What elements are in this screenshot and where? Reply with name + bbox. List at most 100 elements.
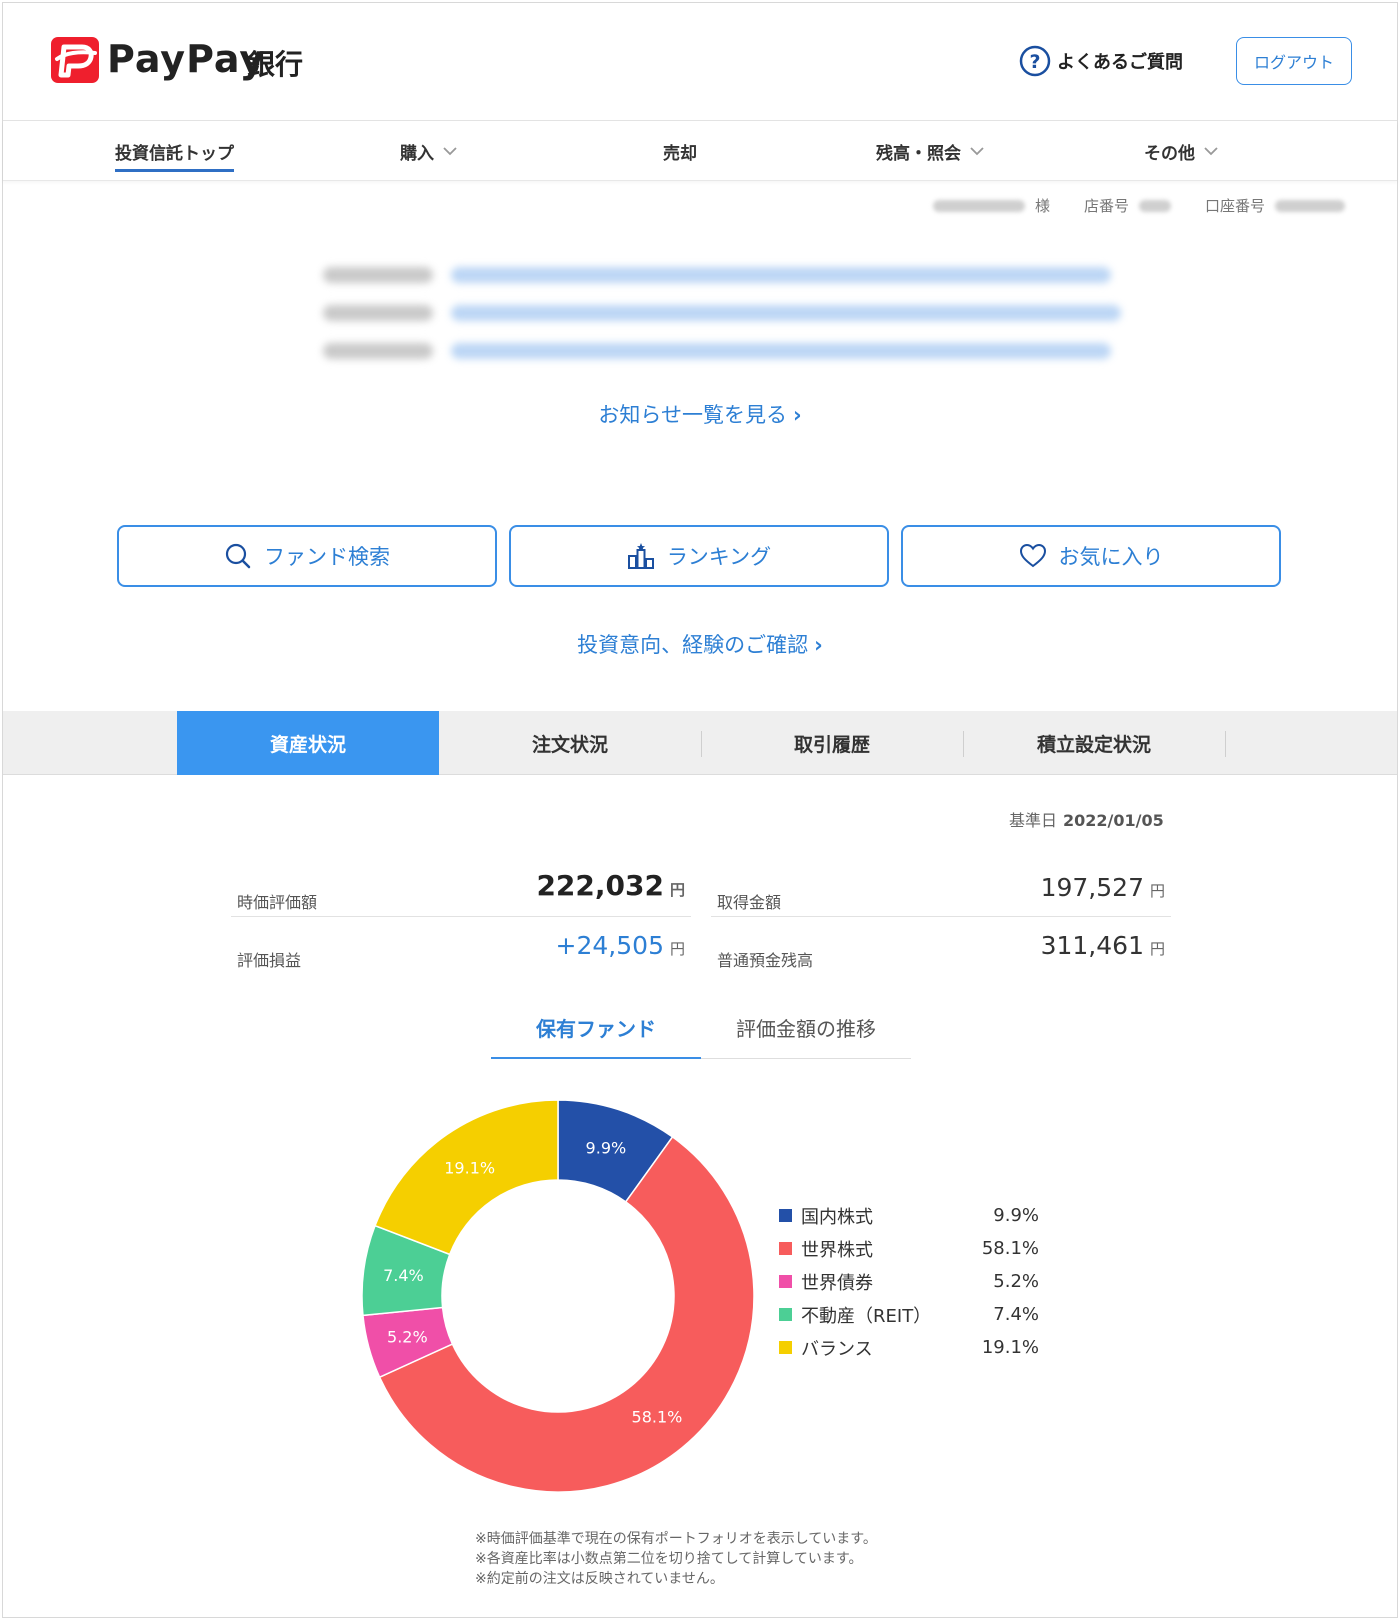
legend-item: バランス 19.1% [779,1331,1039,1364]
legend-label: バランス [801,1338,873,1360]
legend-item: 世界債券 5.2% [779,1265,1039,1298]
legend-item: 世界株式 58.1% [779,1232,1039,1265]
nav-item-label: 売却 [663,143,697,164]
ranking-icon [627,543,654,569]
market-value-number: 222,032 [536,869,664,902]
legend-label: 国内株式 [801,1206,873,1228]
acquisition-cell: 取得金額 197,527 円 [711,861,1171,917]
nav-item-balance[interactable]: 残高・照会 [876,121,985,181]
deposit-number: 311,461 [1040,931,1144,960]
tab-orders[interactable]: 注文状況 [439,711,701,775]
news-date-redacted [323,267,433,283]
base-date: 基準日 2022/01/05 [1009,807,1164,831]
legend-swatch [779,1242,792,1255]
nav-item-label: 購入 [400,143,434,164]
favorites-label: お気に入り [1058,545,1164,569]
nav-item-top[interactable]: 投資信託トップ [115,121,234,181]
subtab-holdings[interactable]: 保有ファンド [491,1013,701,1059]
legend-percent: 5.2% [993,1271,1039,1292]
market-value: 222,032 円 [536,869,685,902]
tab-recurring[interactable]: 積立設定状況 [963,711,1225,775]
acquisition-label: 取得金額 [717,893,782,912]
legend-label: 不動産（REIT） [801,1305,932,1327]
pl-number: +24,505 [555,931,664,960]
yen-unit: 円 [1149,882,1165,900]
news-date-redacted [323,343,433,359]
legend-swatch [779,1275,792,1288]
deposit-label: 普通預金残高 [717,951,814,970]
nav-item-label: 残高・照会 [876,143,961,164]
yen-unit: 円 [669,940,685,958]
footnote: ※各資産比率は小数点第二位を切り捨てして計算しています。 [475,1551,863,1567]
legend-swatch [779,1308,792,1321]
legend-percent: 9.9% [993,1205,1039,1226]
svg-text:?: ? [1029,51,1040,73]
slice-label: 5.2% [387,1328,428,1347]
pl-cell: 評価損益 +24,505 円 [231,919,691,975]
base-date-label: 基準日 [1009,811,1058,830]
pl-value: +24,505 円 [556,931,685,960]
allocation-donut-chart: 9.9% 58.1% 5.2% 7.4% 19.1% [361,1099,755,1493]
legend-item: 不動産（REIT） 7.4% [779,1298,1039,1331]
footnote: ※約定前の注文は反映されていません。 [475,1571,724,1587]
yen-unit: 円 [1149,940,1165,958]
branch-number-redacted [1138,199,1171,212]
paypay-logo-icon[interactable] [51,37,99,83]
subtab-value-trend[interactable]: 評価金額の推移 [701,1013,911,1059]
logout-button[interactable]: ログアウト [1236,37,1352,85]
news-title-redacted[interactable] [451,267,1111,283]
intent-link[interactable]: 投資意向、経験のご確認 › [3,629,1397,659]
deposit-cell: 普通預金残高 311,461 円 [711,919,1171,975]
deposit-value: 311,461 円 [1041,931,1165,960]
slice-label: 19.1% [444,1158,495,1177]
news-title-redacted[interactable] [451,343,1111,359]
logo-bank-text: 銀行 [247,48,304,81]
legend-percent: 7.4% [993,1304,1039,1325]
fund-search-button[interactable]: ファンド検索 [117,525,497,587]
nav-item-other[interactable]: その他 [1144,121,1219,181]
yen-unit: 円 [669,881,685,899]
user-name-redacted [932,199,1025,212]
nav-item-purchase[interactable]: 購入 [400,121,458,181]
faq-link[interactable]: ? よくあるご質問 [1019,45,1183,77]
heart-icon [1019,543,1046,568]
tab-assets[interactable]: 資産状況 [177,711,439,775]
pl-label: 評価損益 [237,951,302,970]
ranking-button[interactable]: ランキング [509,525,889,587]
legend-label: 世界債券 [801,1272,873,1294]
slice-label: 9.9% [586,1139,627,1158]
nav-item-label: その他 [1144,143,1195,164]
legend-percent: 19.1% [981,1337,1039,1358]
legend-swatch [779,1341,792,1354]
logo-text[interactable]: PayPay [107,37,265,81]
legend-label: 世界株式 [801,1239,873,1261]
news-item[interactable] [323,343,1111,359]
news-more-link[interactable]: お知らせ一覧を見る › [3,399,1397,429]
market-value-label: 時価評価額 [237,893,318,912]
intent-link-label: 投資意向、経験のご確認 [577,633,809,657]
tab-history[interactable]: 取引履歴 [701,711,963,775]
base-date-value: 2022/01/05 [1063,811,1164,830]
legend-item: 国内株式 9.9% [779,1199,1039,1232]
footnote: ※時価評価基準で現在の保有ポートフォリオを表示しています。 [475,1531,877,1547]
favorites-button[interactable]: お気に入り [901,525,1281,587]
branch-label: 店番号 [1083,197,1129,215]
legend-swatch [779,1209,792,1222]
chevron-down-icon [1204,147,1218,156]
news-title-redacted[interactable] [451,305,1121,321]
ranking-label: ランキング [666,545,772,569]
search-icon [225,543,251,569]
footnotes: ※時価評価基準で現在の保有ポートフォリオを表示しています。 ※各資産比率は小数点… [475,1529,877,1589]
acquisition-value: 197,527 円 [1041,873,1165,902]
faq-label: よくあるご質問 [1057,52,1183,73]
news-item[interactable] [323,267,1111,283]
nav-item-sell[interactable]: 売却 [663,121,697,181]
account-number-redacted [1275,199,1345,212]
page-frame: PayPay 銀行 ? よくあるご質問 ログアウト 投資信託トップ 購入 売却 … [2,2,1398,1618]
account-label: 口座番号 [1204,197,1265,215]
slice-label: 58.1% [632,1408,683,1427]
tab-divider [1225,731,1226,757]
news-item[interactable] [323,305,1121,321]
chart-legend: 国内株式 9.9% 世界株式 58.1% 世界債券 5.2% 不動産（REIT） 7.4% バラ… [779,1199,1039,1364]
legend-percent: 58.1% [981,1238,1039,1259]
